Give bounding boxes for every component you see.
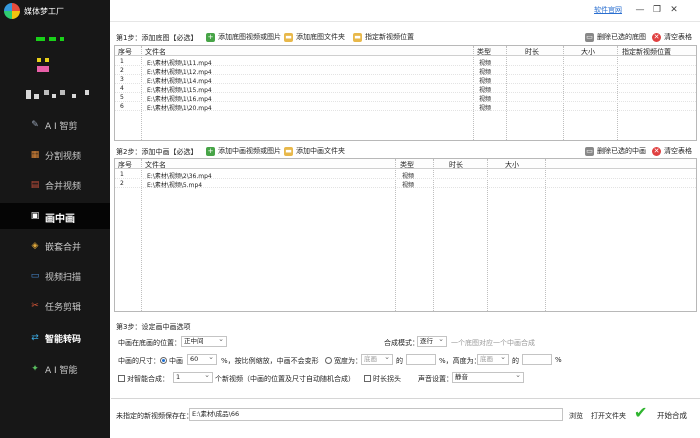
audio-select[interactable]: 静音 — [452, 371, 524, 383]
save-path-input[interactable]: E:\素材\成品\66 — [189, 408, 563, 421]
height-percent-label: % — [555, 356, 562, 364]
size-percent-input[interactable]: 60 — [187, 353, 217, 365]
sidebar-item-ai-edit[interactable]: ✎ A I 智剪 — [0, 114, 110, 136]
step1-label: 第1步：添加底图【必选】 — [116, 34, 198, 42]
table-row[interactable]: 4 E:\素材\视频\1\15.mp4 视频 — [115, 84, 696, 94]
table-row[interactable]: 6 E:\素材\视频\1\20.mp4 视频 — [115, 102, 696, 112]
table-row[interactable]: 1 E:\素材\视频\1\11.mp4 视频 — [115, 57, 696, 67]
table-row[interactable]: 2 E:\素材\视频\1\12.mp4 视频 — [115, 66, 696, 76]
step2-toolbar: 第2步：添加中画【必选】 + 添加中画视频或图片 ▬ 添加中画文件夹 ▭ 删除已… — [116, 144, 696, 158]
step2-label: 第2步：添加中画【必选】 — [116, 148, 198, 156]
smart-count-input[interactable]: 1 — [173, 371, 213, 383]
checkbox-icon — [364, 374, 371, 382]
clear-icon: ✕ — [652, 32, 661, 42]
add-base-files-button[interactable]: + 添加底图视频或图片 — [206, 32, 281, 42]
height-percent-input[interactable] — [522, 354, 552, 365]
radio-selected-icon — [160, 356, 167, 364]
sidebar: 媒体梦工厂 ✎ A I 智剪 ▦ 分割视频 ▤ 合并视频 ▣ 画中画 ◈ 嵌套合… — [0, 0, 110, 438]
mode-label: 合成模式： — [384, 339, 419, 347]
table-row[interactable]: 3 E:\素材\视频\1\14.mp4 视频 — [115, 75, 696, 85]
sidebar-item-transcode[interactable]: ⇄ 智能转码 — [0, 327, 110, 349]
close-icon[interactable]: ✕ — [668, 4, 680, 16]
checkbox-icon — [118, 374, 125, 382]
table-header: 序号 文件名 类型 时长 大小 — [115, 159, 696, 169]
split-icon: ▦ — [30, 150, 40, 160]
add-icon: + — [206, 146, 215, 156]
clear-base-table-button[interactable]: ✕ 清空表格 — [652, 32, 692, 42]
start-button[interactable]: 开始合成 — [657, 410, 687, 421]
sidebar-item-task[interactable]: ✂ 任务剪辑 — [0, 295, 110, 317]
step3-label: 第3步：设定画中画选项 — [116, 323, 191, 331]
browse-button[interactable]: 浏览 — [569, 411, 583, 421]
duration-checkbox[interactable]: 时长拐头 — [364, 374, 401, 384]
delete-icon: ▭ — [585, 146, 594, 156]
height-base-select[interactable]: 底画 — [477, 353, 509, 365]
audio-label: 声音设置： — [418, 375, 453, 383]
step1-toolbar: 第1步：添加底图【必选】 + 添加底图视频或图片 ▬ 添加底图文件夹 ▬ 指定新… — [116, 30, 696, 44]
task-icon: ✂ — [31, 301, 39, 311]
nest-icon: ◈ — [31, 241, 39, 251]
folder-icon: ▬ — [284, 146, 293, 156]
width-percent-input[interactable] — [406, 354, 436, 365]
save-bar: 未指定的新视频保存在： E:\素材\成品\66 浏览 打开文件夹 ✔ 开始合成 — [111, 398, 700, 438]
smart-hint: 个新视频（中画的位置及尺寸自动随机合成） — [215, 375, 355, 383]
open-folder-button[interactable]: 打开文件夹 — [591, 411, 626, 421]
scan-icon: ▭ — [30, 271, 40, 281]
height-of-label: 的 — [512, 357, 519, 365]
remove-selected-pip-button[interactable]: ▭ 删除已选的中画 — [585, 146, 646, 156]
size-scale-radio[interactable]: 中画 — [160, 356, 183, 366]
add-base-folder-button[interactable]: ▬ 添加底图文件夹 — [284, 32, 345, 42]
app-title: 媒体梦工厂 — [24, 7, 64, 16]
remove-selected-base-button[interactable]: ▭ 删除已选的底图 — [585, 32, 646, 42]
radio-icon — [325, 356, 332, 364]
sidebar-item-scan[interactable]: ▭ 视频扫描 — [0, 265, 110, 287]
website-link[interactable]: 软件官网 — [594, 5, 622, 15]
locate-video-button[interactable]: ▬ 指定新视频位置 — [353, 32, 414, 42]
add-pip-folder-button[interactable]: ▬ 添加中画文件夹 — [284, 146, 345, 156]
custom-size-radio[interactable]: 宽度为： — [325, 356, 362, 366]
mode-select[interactable]: 逐行 — [417, 335, 447, 347]
base-video-table[interactable]: 序号 文件名 类型 时长 大小 指定新视频位置 1 E:\素材\视频\1\11.… — [114, 45, 697, 141]
table-row[interactable]: 2 E:\素材\视频\5.mp4 视频 — [115, 179, 696, 189]
mode-hint: 一个底图对应一个中画合成 — [451, 339, 535, 347]
clear-pip-table-button[interactable]: ✕ 清空表格 — [652, 146, 692, 156]
sidebar-item-nest[interactable]: ◈ 嵌套合并 — [0, 235, 110, 257]
sidebar-item-split[interactable]: ▦ 分割视频 — [0, 144, 110, 166]
save-path-label: 未指定的新视频保存在： — [116, 412, 193, 420]
width-of-label: 的 — [396, 357, 403, 365]
delete-icon: ▭ — [585, 32, 594, 42]
checkmark-icon[interactable]: ✔ — [634, 403, 647, 422]
smart-compose-checkbox[interactable]: 对智能合成： — [118, 374, 169, 384]
restore-icon[interactable]: ❐ — [651, 4, 663, 16]
sidebar-item-pip[interactable]: ▣ 画中画 — [0, 203, 110, 229]
size-hint: %，按比例缩放，中画不会变形 — [221, 357, 319, 365]
transcode-icon: ⇄ — [31, 333, 39, 343]
add-pip-files-button[interactable]: + 添加中画视频或图片 — [206, 146, 281, 156]
minimize-icon[interactable]: — — [634, 4, 646, 16]
add-icon: + — [206, 32, 215, 42]
clear-icon: ✕ — [652, 146, 661, 156]
main-panel: 第1步：添加底图【必选】 + 添加底图视频或图片 ▬ 添加底图文件夹 ▬ 指定新… — [111, 22, 700, 438]
folder-icon: ▬ — [284, 32, 293, 42]
width-base-select[interactable]: 底画 — [361, 353, 393, 365]
table-row[interactable]: 5 E:\素材\视频\1\16.mp4 视频 — [115, 93, 696, 103]
position-select[interactable]: 正中间 — [181, 335, 227, 347]
app-logo-icon — [4, 3, 20, 19]
merge-icon: ▤ — [30, 180, 40, 190]
folder-icon: ▬ — [353, 32, 362, 42]
position-label: 中画在底画的位置： — [118, 339, 181, 347]
sidebar-item-ai-smart[interactable]: ✦ A I 智能 — [0, 358, 110, 380]
table-header: 序号 文件名 类型 时长 大小 指定新视频位置 — [115, 46, 696, 56]
ai-icon: ✎ — [31, 120, 39, 130]
height-label: %，高度为： — [439, 357, 481, 365]
ai-smart-icon: ✦ — [31, 364, 39, 374]
sidebar-item-merge[interactable]: ▤ 合并视频 — [0, 174, 110, 196]
size-label: 中画的尺寸： — [118, 357, 160, 365]
table-row[interactable]: 1 E:\素材\视频\2\36.mp4 视频 — [115, 170, 696, 180]
pip-video-table[interactable]: 序号 文件名 类型 时长 大小 1 E:\素材\视频\2\36.mp4 视频 2… — [114, 158, 697, 312]
pip-icon: ▣ — [30, 211, 40, 221]
